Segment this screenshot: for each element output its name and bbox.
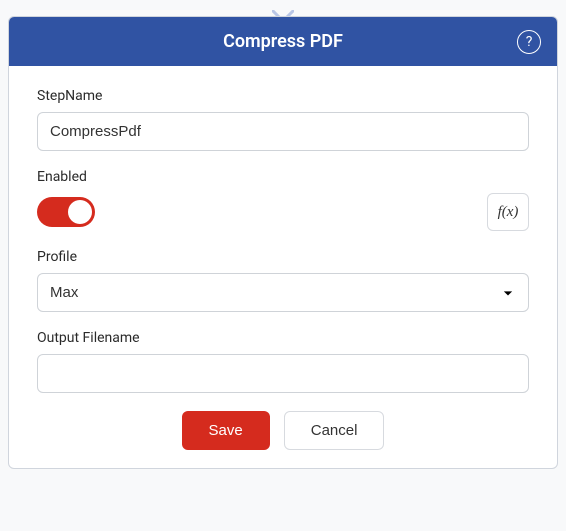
card-body: StepName Enabled f(x) Profile Max Output… [9, 66, 557, 468]
fx-icon: f(x) [498, 204, 519, 221]
toggle-knob [68, 200, 92, 224]
cancel-button[interactable]: Cancel [284, 411, 385, 450]
profile-select[interactable]: Max [37, 273, 529, 312]
enabled-row: f(x) [37, 193, 529, 231]
output-filename-label: Output Filename [37, 330, 529, 346]
field-output-filename: Output Filename [37, 330, 529, 393]
output-filename-input[interactable] [37, 354, 529, 393]
step-name-label: StepName [37, 88, 529, 104]
field-enabled: Enabled f(x) [37, 169, 529, 231]
profile-label: Profile [37, 249, 529, 265]
field-profile: Profile Max [37, 249, 529, 312]
save-button[interactable]: Save [182, 411, 270, 450]
enabled-toggle[interactable] [37, 197, 95, 227]
enabled-label: Enabled [37, 169, 529, 185]
step-name-input[interactable] [37, 112, 529, 151]
compress-pdf-card: Compress PDF ? StepName Enabled f(x) Pro… [8, 16, 558, 469]
fx-button[interactable]: f(x) [487, 193, 529, 231]
actions: Save Cancel [37, 411, 529, 450]
card-title: Compress PDF [223, 31, 343, 52]
help-icon[interactable]: ? [517, 30, 541, 54]
card-header: Compress PDF ? [9, 17, 557, 66]
field-step-name: StepName [37, 88, 529, 151]
